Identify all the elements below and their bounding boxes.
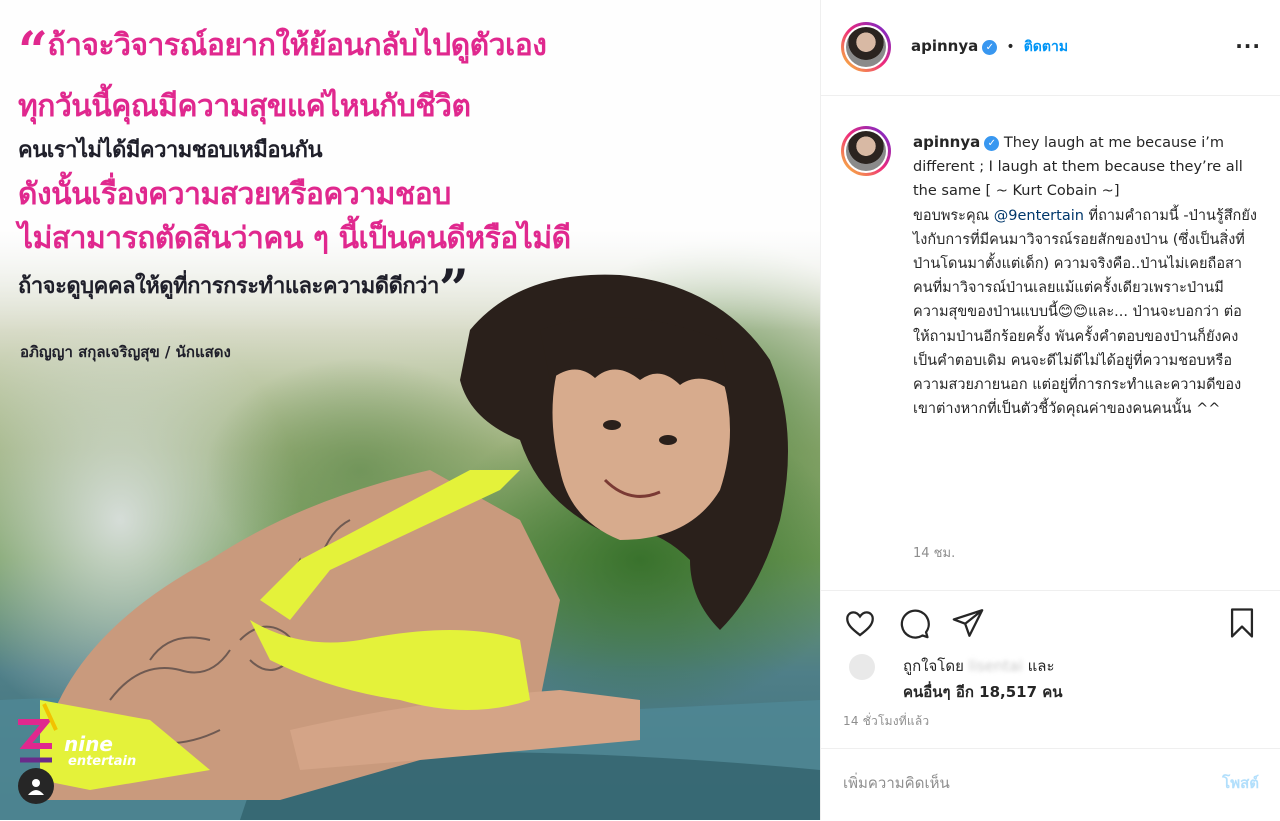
caption-text-th: ที่ถามคำถามนี้ -ป่านรู้สึกยังไงกับการที่… (913, 207, 1257, 418)
comment-icon[interactable] (897, 606, 931, 644)
posted-time: 14 ชั่วโมงที่แล้ว (843, 714, 930, 728)
likes-line-1: ถูกใจโดย lisentai และ (903, 657, 1055, 675)
caption-text-th: ขอบพระคุณ (913, 207, 994, 224)
comment-input[interactable]: เพิ่มความคิดเห็น (843, 771, 950, 795)
quote-line: ทุกวันนี้คุณมีความสุขแค่ไหนกับชีวิต (18, 89, 471, 124)
mention-link[interactable]: @9entertain (994, 208, 1084, 224)
likes-count[interactable]: คนอื่นๆ อีก 18,517 คน (903, 680, 1063, 704)
post-image[interactable]: “ถ้าจะวิจารณ์อยากให้ย้อนกลับไปดูตัวเอง ท… (0, 0, 820, 820)
caption-time: 14 ชม. (913, 546, 956, 561)
header-separator: • (1006, 39, 1015, 55)
quote-line: ดังนั้นเรื่องความสวยหรือความชอบ (18, 177, 451, 212)
header-avatar[interactable] (841, 22, 891, 72)
avatar-image (846, 131, 886, 171)
avatar-image (846, 27, 886, 67)
quote-line: คนเราไม่ได้มีความชอบเหมือนกัน (18, 138, 323, 163)
nine-logo-icon (18, 703, 58, 763)
post-comment-button[interactable]: โพสต์ (1222, 771, 1259, 795)
tagged-user-button[interactable] (18, 768, 54, 804)
post-caption: apinnya ✓ They laugh at me because i’m di… (913, 130, 1257, 421)
bookmark-icon[interactable] (1225, 606, 1259, 644)
brand-line-1: nine (64, 732, 113, 756)
share-icon[interactable] (951, 606, 985, 644)
caption-username[interactable]: apinnya (913, 133, 980, 151)
quote-block: “ถ้าจะวิจารณ์อยากให้ย้อนกลับไปดูตัวเอง ท… (18, 18, 808, 316)
close-quote-mark: ” (438, 259, 469, 320)
quote-line: “ถ้าจะวิจารณ์อยากให้ย้อนกลับไปดูตัวเอง (18, 21, 547, 82)
verified-badge-icon: ✓ (982, 40, 998, 55)
follow-button[interactable]: ติดตาม (1024, 39, 1068, 55)
header-user-line: apinnya ✓ • ติดตาม (911, 36, 1068, 58)
caption-avatar[interactable] (841, 126, 891, 176)
verified-badge-icon: ✓ (984, 136, 1000, 151)
quote-credit: อภิญญา สกุลเจริญสุข / นักแสดง (20, 343, 231, 361)
comment-bar: เพิ่มความคิดเห็น โพสต์ (821, 748, 1280, 821)
liker-avatar[interactable] (849, 654, 875, 680)
liker-name[interactable]: lisentai (969, 657, 1023, 675)
header-username[interactable]: apinnya (911, 37, 978, 55)
open-quote-mark: “ (18, 21, 48, 82)
more-options-icon[interactable]: ··· (1235, 34, 1261, 58)
quote-line: ถ้าจะดูบุคคลให้ดูที่การกระทำและความดีดีก… (18, 259, 469, 320)
actions-divider (821, 590, 1280, 592)
brand-line-2: entertain (68, 754, 137, 769)
heart-icon[interactable] (843, 606, 877, 644)
post-header: apinnya ✓ • ติดตาม ··· (821, 0, 1280, 96)
person-icon (28, 779, 44, 795)
post-side-panel: apinnya ✓ • ติดตาม ··· apinnya ✓ They laug… (820, 0, 1280, 820)
quote-line: ไม่สามารถตัดสินว่าคน ๆ นี้เป็นคนดีหรือไม… (18, 221, 571, 256)
